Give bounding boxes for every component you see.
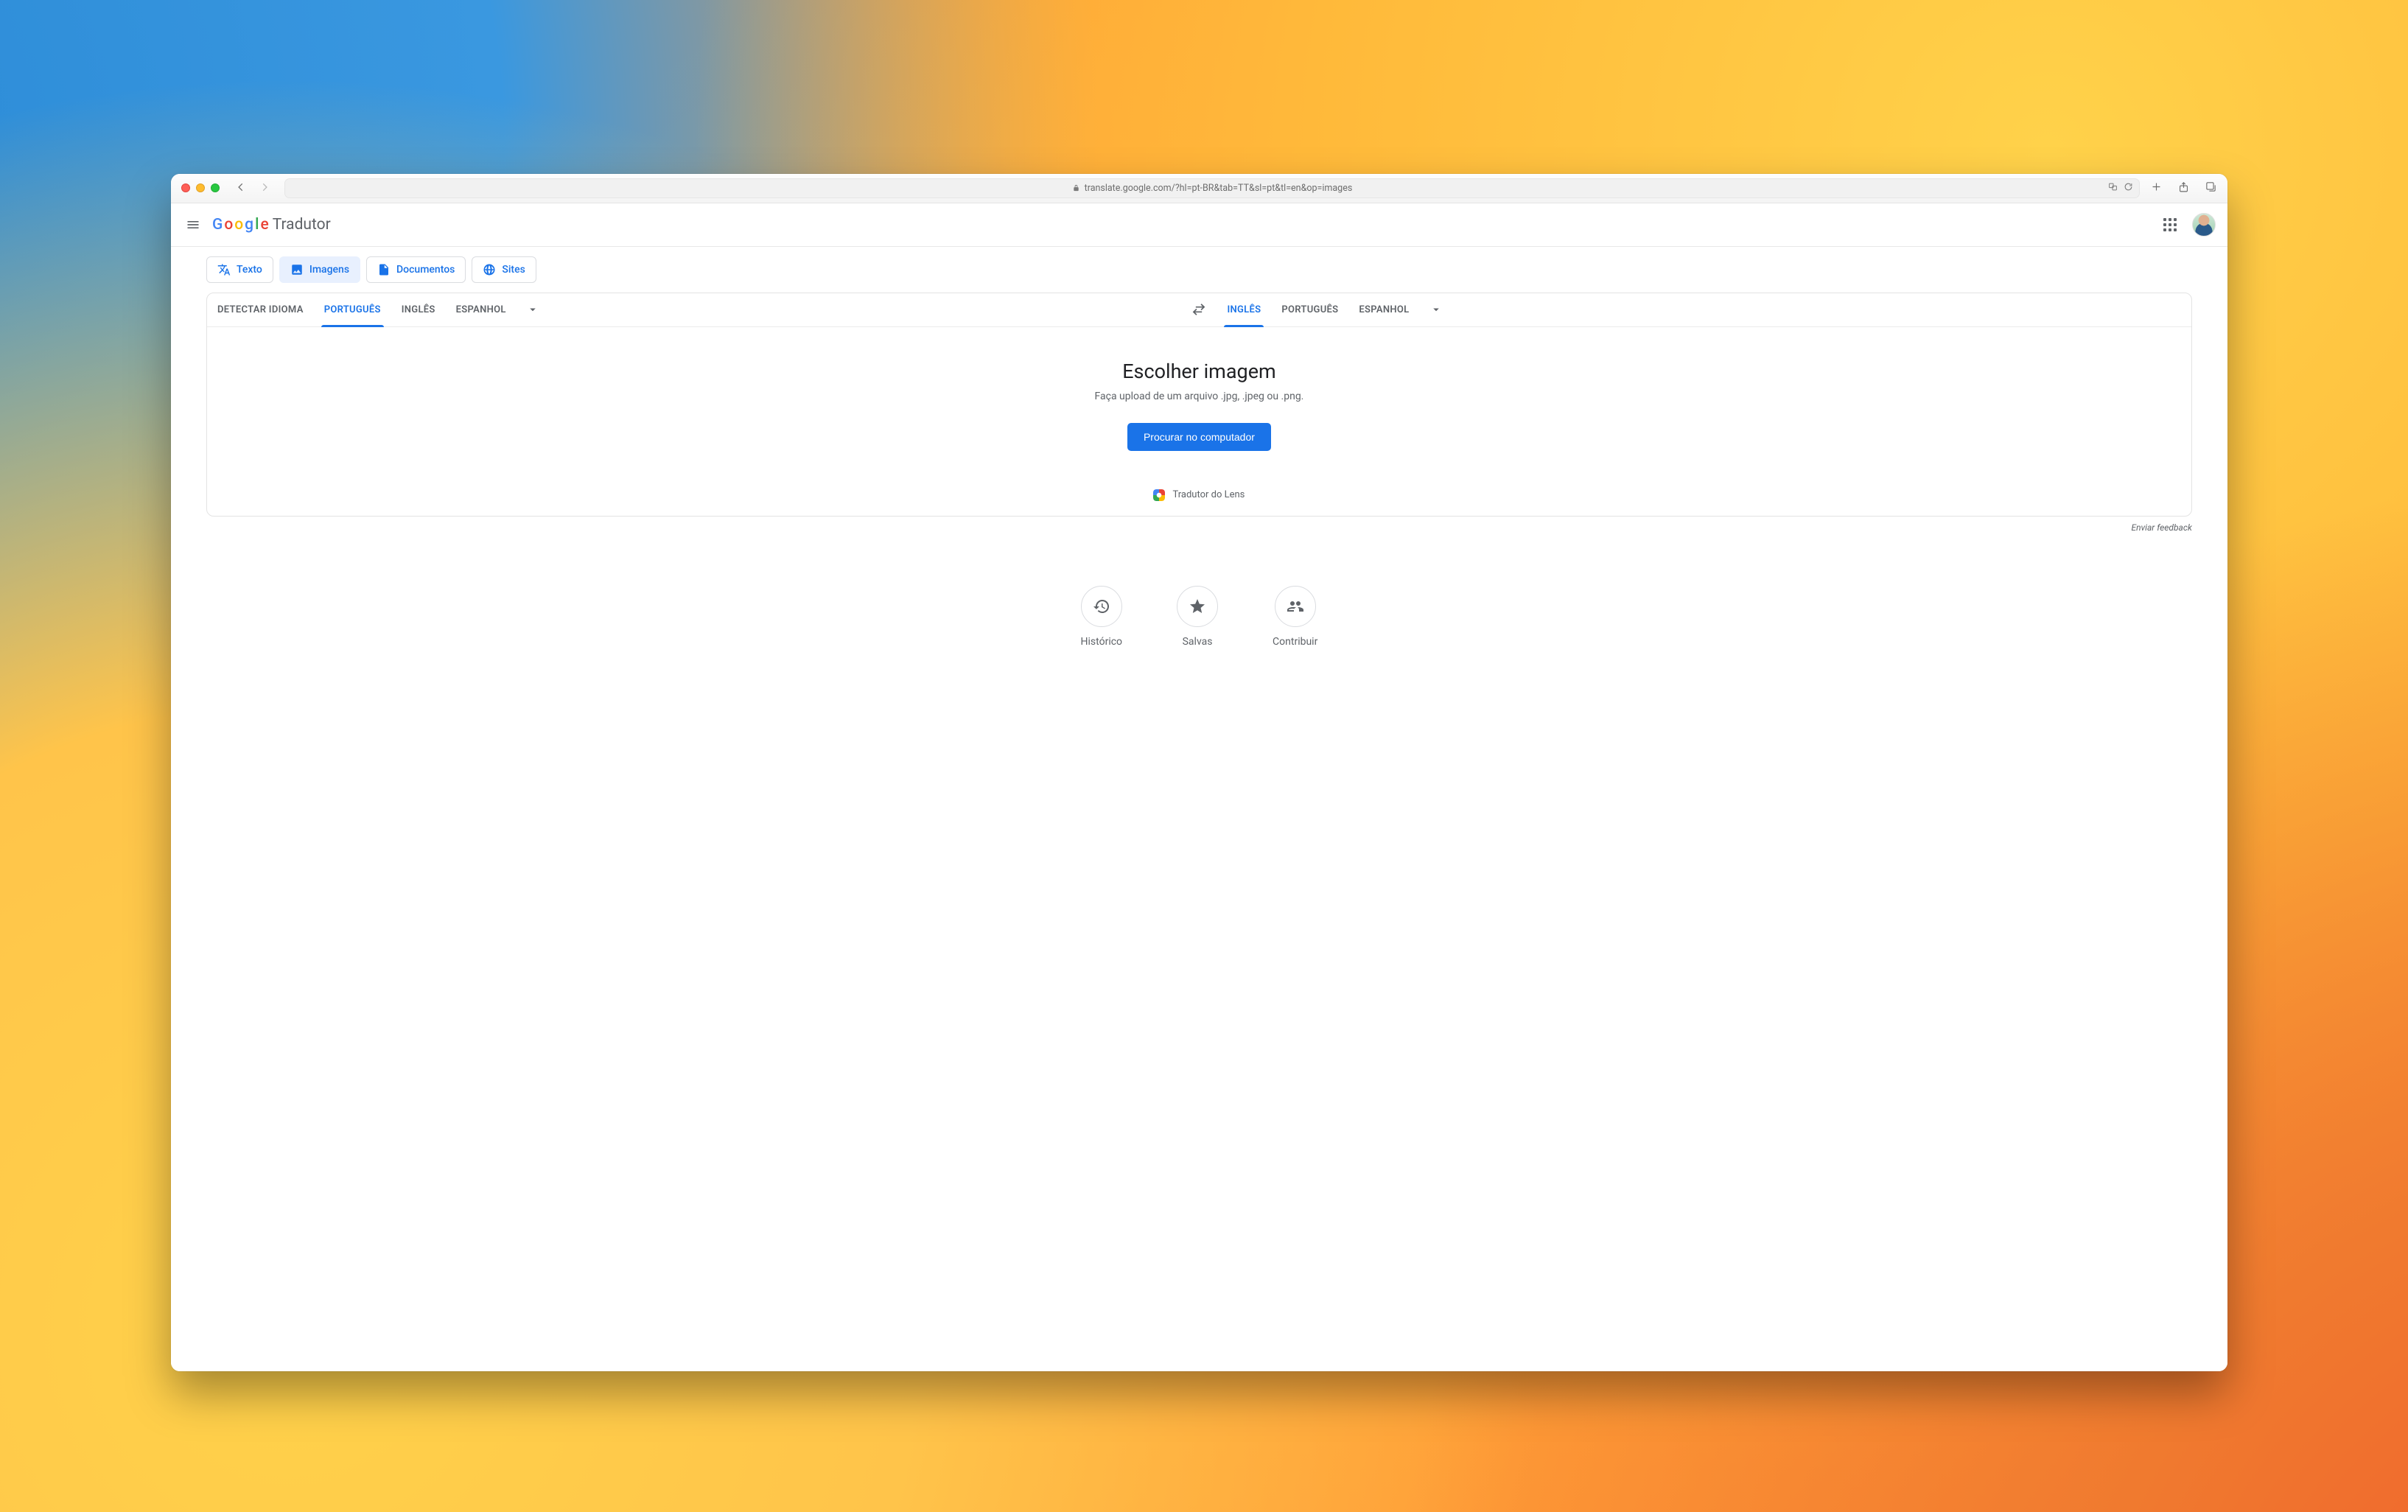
swap-icon	[1191, 302, 1206, 317]
minimize-window-button[interactable]	[196, 183, 205, 192]
page-content: Google Tradutor Texto Imagens Documentos	[171, 203, 2227, 1371]
new-tab-button[interactable]	[2150, 181, 2163, 196]
browse-files-button[interactable]: Procurar no computador	[1127, 423, 1271, 451]
toolbar-right	[2150, 181, 2217, 196]
app-name: Tradutor	[273, 216, 331, 234]
history-icon	[1093, 598, 1110, 615]
target-lang-option[interactable]: PORTUGUÊS	[1271, 293, 1348, 326]
star-icon	[1189, 598, 1206, 615]
globe-icon	[483, 263, 496, 276]
upload-area: Escolher imagem Faça upload de um arquiv…	[207, 327, 2191, 516]
account-avatar[interactable]	[2192, 213, 2216, 237]
upload-subtitle: Faça upload de um arquivo .jpg, .jpeg ou…	[1095, 391, 1304, 402]
app-logo[interactable]: Google Tradutor	[212, 216, 331, 234]
target-languages: INGLÊS PORTUGUÊS ESPANHOL	[1217, 293, 2191, 326]
history-button[interactable]: Histórico	[1081, 586, 1123, 648]
mode-sites[interactable]: Sites	[472, 256, 536, 283]
mode-images[interactable]: Imagens	[279, 256, 360, 283]
browser-toolbar: translate.google.com/?hl=pt-BR&tab=TT&sl…	[171, 174, 2227, 203]
tab-overview-button[interactable]	[2205, 181, 2217, 196]
source-lang-detect[interactable]: DETECTAR IDIOMA	[207, 293, 314, 326]
language-row: DETECTAR IDIOMA PORTUGUÊS INGLÊS ESPANHO…	[207, 293, 2191, 327]
image-icon	[290, 263, 304, 276]
reload-button[interactable]	[2124, 182, 2133, 195]
lens-link[interactable]: Tradutor do Lens	[1153, 489, 1245, 501]
mode-tabs: Texto Imagens Documentos Sites	[171, 247, 2227, 293]
swap-languages-button[interactable]	[1181, 293, 1217, 326]
browser-window: translate.google.com/?hl=pt-BR&tab=TT&sl…	[171, 174, 2227, 1371]
source-lang-option[interactable]: ESPANHOL	[446, 293, 517, 326]
share-button[interactable]	[2177, 181, 2190, 196]
upload-title: Escolher imagem	[1122, 360, 1276, 383]
back-button[interactable]	[236, 181, 246, 195]
target-lang-more-button[interactable]	[1420, 293, 1452, 326]
source-languages: DETECTAR IDIOMA PORTUGUÊS INGLÊS ESPANHO…	[207, 293, 1181, 326]
contribute-button[interactable]: Contribuir	[1273, 586, 1317, 648]
target-lang-option[interactable]: INGLÊS	[1217, 293, 1271, 326]
forward-button[interactable]	[259, 181, 270, 195]
google-apps-button[interactable]	[2155, 210, 2185, 239]
app-header: Google Tradutor	[171, 203, 2227, 247]
saved-button[interactable]: Salvas	[1177, 586, 1218, 648]
translate-card: DETECTAR IDIOMA PORTUGUÊS INGLÊS ESPANHO…	[206, 293, 2192, 517]
send-feedback-link[interactable]: Enviar feedback	[171, 517, 2227, 533]
zoom-window-button[interactable]	[211, 183, 220, 192]
lens-icon	[1153, 489, 1165, 501]
lock-icon	[1072, 184, 1080, 192]
nav-arrows	[236, 181, 270, 195]
target-lang-option[interactable]: ESPANHOL	[1348, 293, 1419, 326]
source-lang-option[interactable]: PORTUGUÊS	[314, 293, 391, 326]
mode-text[interactable]: Texto	[206, 256, 273, 283]
quick-actions: Histórico Salvas Contribuir	[171, 586, 2227, 648]
address-bar-url: translate.google.com/?hl=pt-BR&tab=TT&sl…	[1085, 183, 1353, 194]
people-icon	[1287, 598, 1304, 615]
chevron-down-icon	[526, 303, 539, 316]
translate-icon	[217, 263, 231, 276]
close-window-button[interactable]	[181, 183, 190, 192]
translate-extension-icon[interactable]	[2108, 182, 2118, 195]
document-icon	[377, 263, 391, 276]
window-controls	[181, 183, 220, 192]
address-bar[interactable]: translate.google.com/?hl=pt-BR&tab=TT&sl…	[284, 178, 2140, 198]
source-lang-option[interactable]: INGLÊS	[391, 293, 446, 326]
source-lang-more-button[interactable]	[517, 293, 549, 326]
main-menu-button[interactable]	[178, 210, 208, 239]
mode-documents[interactable]: Documentos	[366, 256, 466, 283]
chevron-down-icon	[1429, 303, 1443, 316]
